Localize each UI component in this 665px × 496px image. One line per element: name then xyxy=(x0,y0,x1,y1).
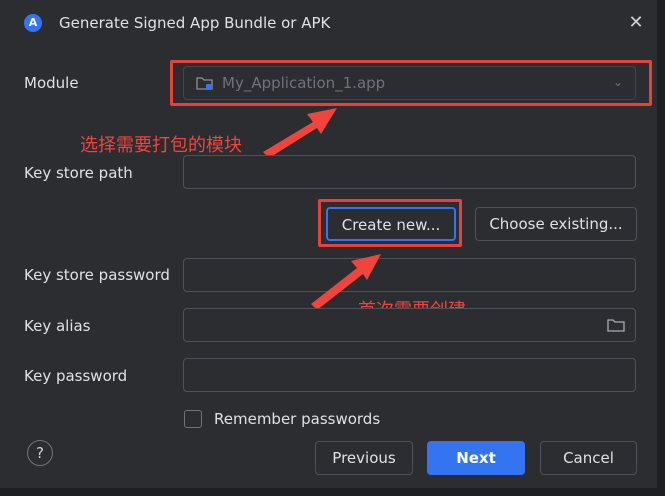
dialog-title: Generate Signed App Bundle or APK xyxy=(59,14,331,32)
previous-button[interactable]: Previous xyxy=(315,441,413,475)
keystore-path-label: Key store path xyxy=(24,164,133,182)
help-icon[interactable]: ? xyxy=(27,440,53,466)
keystore-password-label: Key store password xyxy=(24,266,170,284)
keystore-path-input[interactable] xyxy=(183,155,636,189)
close-icon[interactable]: ✕ xyxy=(626,12,646,33)
next-button[interactable]: Next xyxy=(427,441,525,475)
module-highlight-box xyxy=(170,60,652,106)
signed-bundle-dialog: A Generate Signed App Bundle or APK ✕ Mo… xyxy=(0,0,658,489)
key-password-input[interactable] xyxy=(183,358,636,392)
android-studio-icon: A xyxy=(24,14,42,32)
remember-passwords-label[interactable]: Remember passwords xyxy=(214,410,380,428)
annotation-arrow-module xyxy=(263,108,337,158)
key-password-label: Key password xyxy=(24,367,128,385)
editor-background-strip xyxy=(657,0,665,496)
create-new-highlight-box xyxy=(318,199,462,247)
choose-existing-button[interactable]: Choose existing... xyxy=(475,207,637,241)
annotation-module-text: 选择需要打包的模块 xyxy=(80,135,242,156)
key-alias-label: Key alias xyxy=(24,317,91,335)
module-label: Module xyxy=(24,74,79,92)
remember-passwords-checkbox[interactable] xyxy=(184,410,202,428)
browse-folder-icon[interactable] xyxy=(607,317,625,333)
keystore-password-input[interactable] xyxy=(183,258,636,292)
cancel-button[interactable]: Cancel xyxy=(540,441,637,475)
editor-background-bottom xyxy=(0,488,665,496)
key-alias-input[interactable] xyxy=(183,308,636,342)
